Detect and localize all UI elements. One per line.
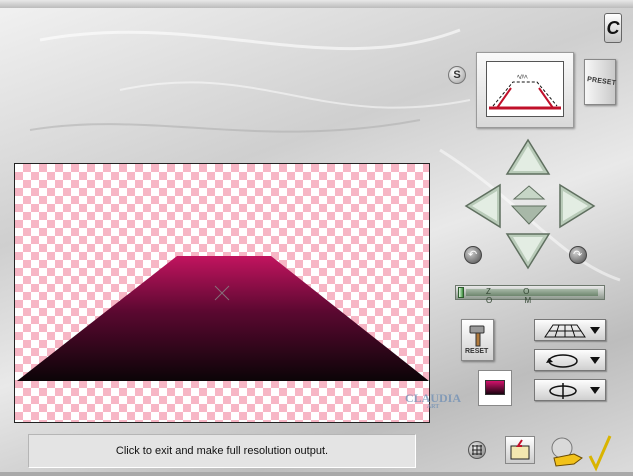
preview-thumbnail-frame[interactable]: ﾍ/ﾊﾍ	[476, 52, 574, 128]
center-down-button[interactable]	[510, 204, 548, 226]
folder-icon	[510, 439, 530, 460]
grid-mode-dropdown[interactable]	[534, 319, 606, 341]
preview-canvas[interactable]	[14, 163, 430, 423]
rotate-right-button[interactable]: ↷	[569, 246, 587, 264]
rotate-right-icon: ↷	[573, 249, 583, 261]
color-swatch	[485, 380, 505, 395]
pointing-hand-check-icon	[551, 435, 612, 472]
ok-button[interactable]	[548, 432, 614, 474]
grid-button[interactable]	[468, 441, 486, 459]
arrow-right-button[interactable]	[558, 183, 596, 229]
chevron-down-icon	[590, 357, 600, 364]
thumbnail-plane-graphic: ﾍ/ﾊﾍ	[489, 75, 561, 110]
flip-dropdown[interactable]	[534, 379, 606, 401]
rotate-ring-icon	[546, 354, 578, 368]
plugin-window: C S ﾍ/ﾊﾍ PRESET ↶ ↷ Z O O M RESET CLAUDI…	[0, 0, 633, 476]
watermark-badge: CLAUDIA ART	[398, 391, 468, 431]
zoom-thumb[interactable]	[458, 287, 464, 298]
zoom-label: Z O O M	[486, 287, 547, 305]
chevron-down-icon	[590, 327, 600, 334]
status-bar: Click to exit and make full resolution o…	[28, 434, 416, 468]
reset-button[interactable]: RESET	[461, 319, 494, 361]
color-swatch-button[interactable]	[478, 370, 512, 406]
preset-button[interactable]: PRESET	[584, 59, 617, 105]
watermark-text: CLAUDIA	[404, 391, 461, 405]
chevron-down-icon	[590, 387, 600, 394]
s-button[interactable]: S	[448, 66, 466, 84]
preview-thumbnail: ﾍ/ﾊﾍ	[486, 61, 564, 117]
rotate-left-button[interactable]: ↶	[464, 246, 482, 264]
s-icon: S	[453, 69, 461, 81]
rotate-left-icon: ↶	[468, 249, 478, 261]
window-top-edge	[0, 0, 633, 8]
flip-icon	[549, 383, 577, 399]
rotation-dropdown[interactable]	[534, 349, 606, 371]
svg-text:ﾍ/ﾊﾍ: ﾍ/ﾊﾍ	[517, 75, 528, 81]
zoom-slider[interactable]: Z O O M	[455, 285, 605, 305]
window-bottom-edge	[0, 472, 633, 476]
perspective-plane	[17, 256, 429, 381]
arrow-down-button[interactable]	[505, 232, 551, 270]
hammer-icon	[469, 325, 485, 347]
logo-c-icon: C	[604, 13, 622, 43]
center-up-button[interactable]	[512, 184, 546, 201]
arrow-left-button[interactable]	[464, 183, 502, 229]
grid-icon	[472, 445, 482, 455]
open-folder-button[interactable]	[505, 436, 535, 464]
reset-label: RESET	[465, 348, 489, 355]
arrow-up-button[interactable]	[505, 138, 551, 176]
grid-plane-icon	[544, 324, 586, 338]
status-text: Click to exit and make full resolution o…	[115, 445, 329, 457]
preset-label: PRESET	[586, 76, 617, 88]
